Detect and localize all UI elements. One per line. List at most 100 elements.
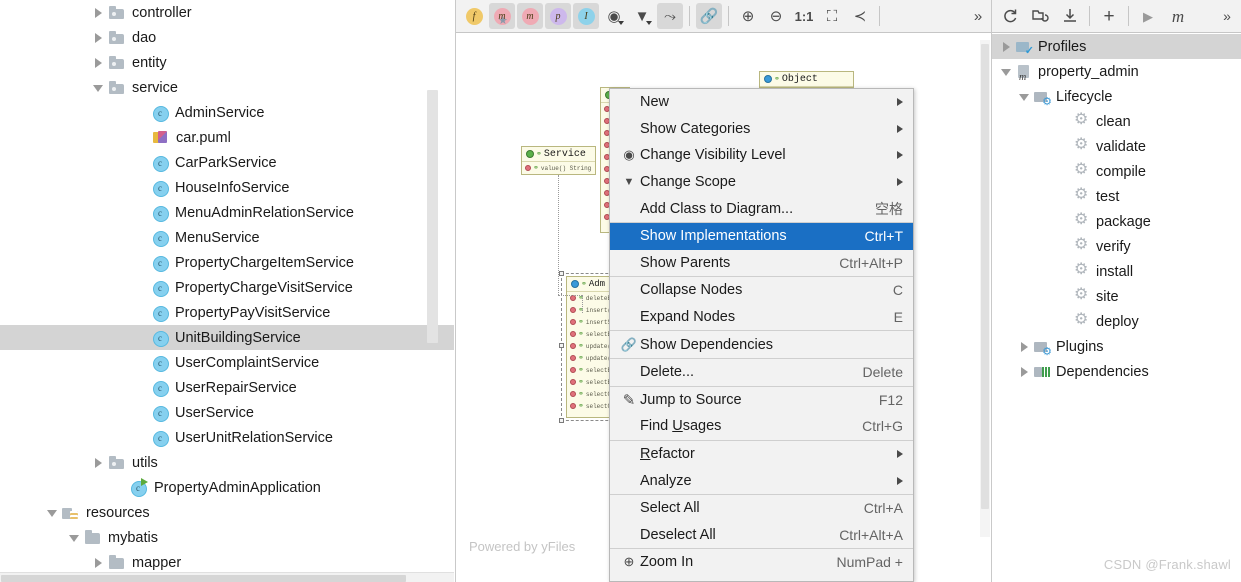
tree-item-utils[interactable]: utils bbox=[0, 450, 454, 475]
chevron-down-icon[interactable] bbox=[1000, 65, 1013, 78]
tree-item-mybatis[interactable]: mybatis bbox=[0, 525, 454, 550]
execute-maven-goal-button[interactable]: m bbox=[1165, 3, 1191, 29]
maven-item-compile[interactable]: compile bbox=[992, 159, 1241, 184]
chevron-down-icon[interactable] bbox=[46, 506, 59, 519]
maven-toolbar[interactable]: + ▶m » bbox=[992, 0, 1241, 33]
menu-item-change-scope[interactable]: ▼Change Scope bbox=[610, 169, 913, 196]
tree-item-userservice[interactable]: cUserService bbox=[0, 400, 454, 425]
project-tree-horizontal-scrollbar[interactable] bbox=[0, 572, 454, 582]
menu-item-expand-nodes[interactable]: Expand NodesE bbox=[610, 304, 913, 331]
menu-item-change-visibility-level[interactable]: ◉Change Visibility Level bbox=[610, 142, 913, 169]
tree-item-propertyadminapplication[interactable]: cPropertyAdminApplication bbox=[0, 475, 454, 500]
menu-item-show-parents[interactable]: Show ParentsCtrl+Alt+P bbox=[610, 250, 913, 277]
field-filter-button[interactable]: f bbox=[461, 3, 487, 29]
chevron-right-icon[interactable] bbox=[92, 31, 105, 44]
menu-item-collapse-nodes[interactable]: Collapse NodesC bbox=[610, 277, 913, 304]
tree-item-car-puml[interactable]: car.puml bbox=[0, 125, 454, 150]
menu-item-delete[interactable]: Delete...Delete bbox=[610, 359, 913, 386]
chevron-right-icon[interactable] bbox=[1018, 340, 1031, 353]
scope-filter-button[interactable]: ▼ bbox=[629, 3, 655, 29]
tree-item-userunitrelationservice[interactable]: cUserUnitRelationService bbox=[0, 425, 454, 450]
more-toolbar-button[interactable]: » bbox=[965, 3, 991, 29]
tree-item-service[interactable]: service bbox=[0, 75, 454, 100]
actual-size-button[interactable]: 1:1 bbox=[791, 3, 817, 29]
show-dependencies-button[interactable]: 🔗 bbox=[696, 3, 722, 29]
tree-item-carparkservice[interactable]: cCarParkService bbox=[0, 150, 454, 175]
maven-item-clean[interactable]: clean bbox=[992, 109, 1241, 134]
maven-item-dependencies[interactable]: Dependencies bbox=[992, 359, 1241, 384]
scrollbar-thumb[interactable] bbox=[1, 575, 406, 582]
generate-sources-button[interactable] bbox=[1027, 3, 1053, 29]
menu-item-analyze[interactable]: Analyze bbox=[610, 467, 913, 494]
menu-item-jump-to-source[interactable]: ✎Jump to SourceF12 bbox=[610, 387, 913, 414]
fit-content-button[interactable]: ⛶ bbox=[819, 3, 845, 29]
diagram-context-menu[interactable]: NewShow Categories◉Change Visibility Lev… bbox=[609, 88, 914, 582]
menu-item-refactor[interactable]: Refactor bbox=[610, 441, 913, 468]
menu-item-zoom-in[interactable]: ⊕Zoom InNumPad + bbox=[610, 549, 913, 576]
maven-item-site[interactable]: site bbox=[992, 284, 1241, 309]
maven-item-verify[interactable]: verify bbox=[992, 234, 1241, 259]
maven-item-validate[interactable]: validate bbox=[992, 134, 1241, 159]
chevron-down-icon[interactable] bbox=[68, 531, 81, 544]
chevron-right-icon[interactable] bbox=[1018, 365, 1031, 378]
uml-node-object[interactable]: ⚭ Object bbox=[759, 71, 854, 88]
menu-item-show-implementations[interactable]: Show ImplementationsCtrl+T bbox=[610, 223, 913, 250]
chevron-right-icon[interactable] bbox=[92, 6, 105, 19]
menu-item-add-class-to-diagram[interactable]: Add Class to Diagram...空格 bbox=[610, 195, 913, 222]
project-tree-vertical-scrollbar[interactable] bbox=[427, 90, 438, 343]
run-maven-build-button[interactable]: ▶ bbox=[1135, 3, 1161, 29]
download-sources-button[interactable] bbox=[1057, 3, 1083, 29]
maven-item-profiles[interactable]: Profiles bbox=[992, 34, 1241, 59]
visibility-level-button[interactable]: ◉ bbox=[601, 3, 627, 29]
tree-item-propertychargevisitservice[interactable]: cPropertyChargeVisitService bbox=[0, 275, 454, 300]
inner-class-filter-button[interactable]: I bbox=[573, 3, 599, 29]
method-star-filter-button[interactable]: m★ bbox=[489, 3, 515, 29]
tree-item-controller[interactable]: controller bbox=[0, 0, 454, 25]
chevron-right-icon[interactable] bbox=[92, 556, 105, 569]
maven-item-lifecycle[interactable]: Lifecycle bbox=[992, 84, 1241, 109]
maven-more-button[interactable]: » bbox=[1214, 3, 1240, 29]
maven-item-test[interactable]: test bbox=[992, 184, 1241, 209]
reload-all-maven-projects-button[interactable] bbox=[997, 3, 1023, 29]
edge-mode-button[interactable]: ⤳ bbox=[657, 3, 683, 29]
menu-item-find-usages[interactable]: Find UsagesCtrl+G bbox=[610, 413, 913, 440]
tree-item-menuadminrelationservice[interactable]: cMenuAdminRelationService bbox=[0, 200, 454, 225]
maven-item-package[interactable]: package bbox=[992, 209, 1241, 234]
diagram-toolbar[interactable]: fm★mpI◉▼⤳🔗⊕⊖1:1⛶≺» bbox=[456, 0, 992, 33]
chevron-right-icon[interactable] bbox=[1000, 40, 1013, 53]
project-tool-window[interactable]: controllerdaoentityservicecAdminServicec… bbox=[0, 0, 454, 582]
maven-item-plugins[interactable]: Plugins bbox=[992, 334, 1241, 359]
tree-item-unitbuildingservice[interactable]: cUnitBuildingService bbox=[0, 325, 454, 350]
layout-button[interactable]: ≺ bbox=[847, 3, 873, 29]
resize-handle-sw[interactable] bbox=[559, 418, 564, 423]
maven-tree-list[interactable]: Profilesproperty_adminLifecyclecleanvali… bbox=[992, 34, 1241, 582]
add-maven-project-button[interactable]: + bbox=[1096, 3, 1122, 29]
tree-item-propertychargeitemservice[interactable]: cPropertyChargeItemService bbox=[0, 250, 454, 275]
maven-item-deploy[interactable]: deploy bbox=[992, 309, 1241, 334]
maven-item-install[interactable]: install bbox=[992, 259, 1241, 284]
menu-item-show-categories[interactable]: Show Categories bbox=[610, 116, 913, 143]
chevron-right-icon[interactable] bbox=[92, 56, 105, 69]
tree-item-menuservice[interactable]: cMenuService bbox=[0, 225, 454, 250]
maven-item-property-admin[interactable]: property_admin bbox=[992, 59, 1241, 84]
tree-item-propertypayvisitservice[interactable]: cPropertyPayVisitService bbox=[0, 300, 454, 325]
tree-item-userrepairservice[interactable]: cUserRepairService bbox=[0, 375, 454, 400]
resize-handle-w[interactable] bbox=[559, 343, 564, 348]
tree-item-dao[interactable]: dao bbox=[0, 25, 454, 50]
menu-item-deselect-all[interactable]: Deselect AllCtrl+Alt+A bbox=[610, 522, 913, 549]
zoom-out-button[interactable]: ⊖ bbox=[763, 3, 789, 29]
menu-item-show-dependencies[interactable]: 🔗Show Dependencies bbox=[610, 331, 913, 358]
menu-item-select-all[interactable]: Select AllCtrl+A bbox=[610, 495, 913, 522]
project-tree-list[interactable]: controllerdaoentityservicecAdminServicec… bbox=[0, 0, 454, 575]
uml-node-service[interactable]: ⚭ Service ⚭ value() String bbox=[521, 146, 596, 175]
tree-item-entity[interactable]: entity bbox=[0, 50, 454, 75]
tree-item-houseinfoservice[interactable]: cHouseInfoService bbox=[0, 175, 454, 200]
resize-handle-nw[interactable] bbox=[559, 271, 564, 276]
property-filter-button[interactable]: p bbox=[545, 3, 571, 29]
maven-tool-window[interactable]: + ▶m » Profilesproperty_adminLifecycleclea… bbox=[991, 0, 1241, 582]
tree-item-adminservice[interactable]: cAdminService bbox=[0, 100, 454, 125]
scrollbar-thumb[interactable] bbox=[981, 44, 989, 509]
chevron-down-icon[interactable] bbox=[92, 81, 105, 94]
method-filter-button[interactable]: m bbox=[517, 3, 543, 29]
menu-item-new[interactable]: New bbox=[610, 89, 913, 116]
